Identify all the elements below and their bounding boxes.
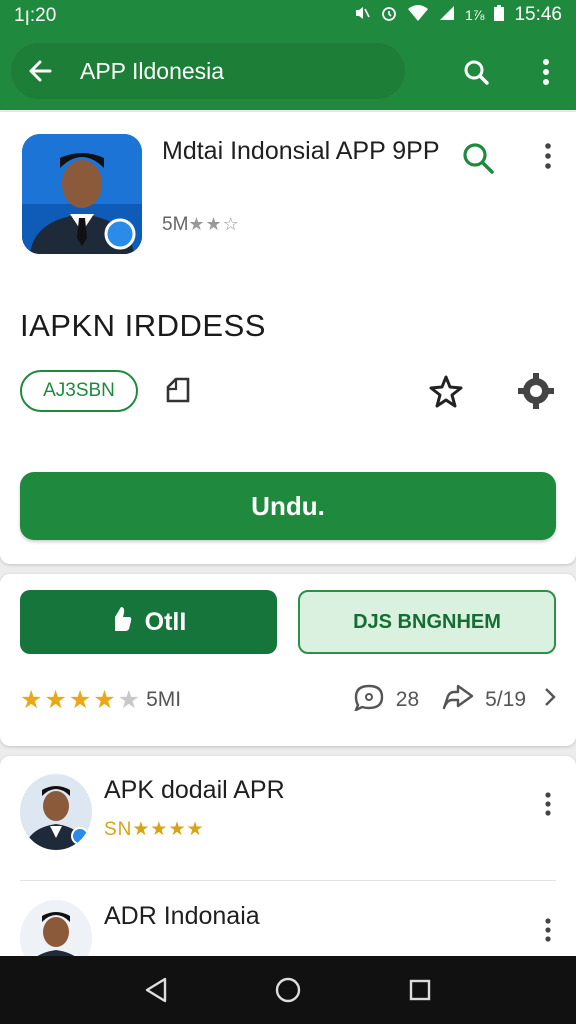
list-item[interactable]: APK dodail APR SN★★★★ [20, 772, 556, 868]
app-size: 5M [162, 214, 189, 235]
app-bar: APP Ildonesia [0, 30, 576, 110]
shares-stat[interactable]: 5/19 [441, 683, 526, 717]
alarm-icon [380, 4, 398, 27]
open-button[interactable]: OtlI [20, 590, 277, 654]
system-nav-bar [0, 956, 576, 1024]
search-icon[interactable] [454, 50, 498, 94]
more-vert-icon[interactable] [536, 784, 560, 824]
list-item-meta: SN★★★★ [104, 819, 205, 840]
app-meta: 5M★★☆ [162, 214, 240, 236]
battery-text: 1⅞ [464, 7, 485, 23]
more-vert-icon[interactable] [530, 136, 566, 176]
section-heading: IAPKN IRDDESS [20, 308, 266, 343]
comments-count: 28 [395, 688, 420, 711]
avatar [20, 774, 92, 850]
chevron-right-icon[interactable] [544, 687, 556, 713]
edit-icon[interactable] [158, 370, 198, 412]
battery-icon [493, 4, 505, 27]
share-icon [441, 683, 475, 717]
shares-count: 5/19 [485, 688, 526, 711]
list-item-title: APK dodail APR [104, 776, 285, 804]
search-bar[interactable]: APP Ildonesia [10, 42, 406, 100]
category-chip[interactable]: AJ3SBN [20, 370, 138, 412]
rating-stars: ★★★★ [20, 686, 118, 714]
comment-icon [352, 683, 386, 717]
app-stars: ★★☆ [188, 214, 240, 234]
nav-back-icon[interactable] [134, 968, 178, 1012]
rating-row: ★★★★ ★ 5MI 28 5/19 [20, 682, 556, 718]
search-icon[interactable] [456, 136, 500, 180]
wifi-icon [407, 4, 429, 27]
app-bar-title[interactable]: APP Ildonesia [80, 58, 224, 85]
app-icon [22, 134, 142, 254]
app-name: Mdtai Indonsial APP 9PP [162, 137, 440, 165]
nav-home-icon[interactable] [266, 968, 310, 1012]
mute-icon [353, 4, 371, 27]
bookmark-star-icon[interactable] [424, 370, 468, 412]
open-button-label: OtlI [144, 607, 187, 636]
empty-star-icon: ★ [117, 686, 141, 714]
comments-stat[interactable]: 28 [352, 683, 419, 717]
more-vert-icon[interactable] [536, 910, 560, 950]
status-clock: 15:46 [514, 4, 562, 25]
status-bar: 1ꞁ:20 1⅞ 15:46 [0, 0, 576, 30]
nav-recents-icon[interactable] [398, 968, 442, 1012]
status-time: 1ꞁ:20 [14, 4, 57, 26]
gear-icon[interactable] [514, 369, 558, 413]
signal-icon [438, 4, 456, 27]
status-icons: 1⅞ 15:46 [353, 4, 562, 27]
secondary-button[interactable]: DJS BNGNHEM [298, 590, 556, 654]
list-item-title: ADR Indonaia [104, 902, 260, 930]
related-apps-card: APK dodail APR SN★★★★ ADR Indonaia [0, 756, 576, 976]
install-button[interactable]: Undu. [20, 472, 556, 540]
actions-card: OtlI DJS BNGNHEM ★★★★ ★ 5MI 28 5/19 [0, 574, 576, 746]
rating-count: 5MI [146, 688, 182, 711]
app-detail-card: Mdtai Indonsial APP 9PP 5M★★☆ IAPKN IRDD… [0, 112, 576, 564]
thumb-icon [111, 605, 133, 640]
divider [20, 880, 556, 881]
more-vert-icon[interactable] [524, 50, 568, 94]
back-arrow-icon[interactable] [16, 42, 64, 100]
